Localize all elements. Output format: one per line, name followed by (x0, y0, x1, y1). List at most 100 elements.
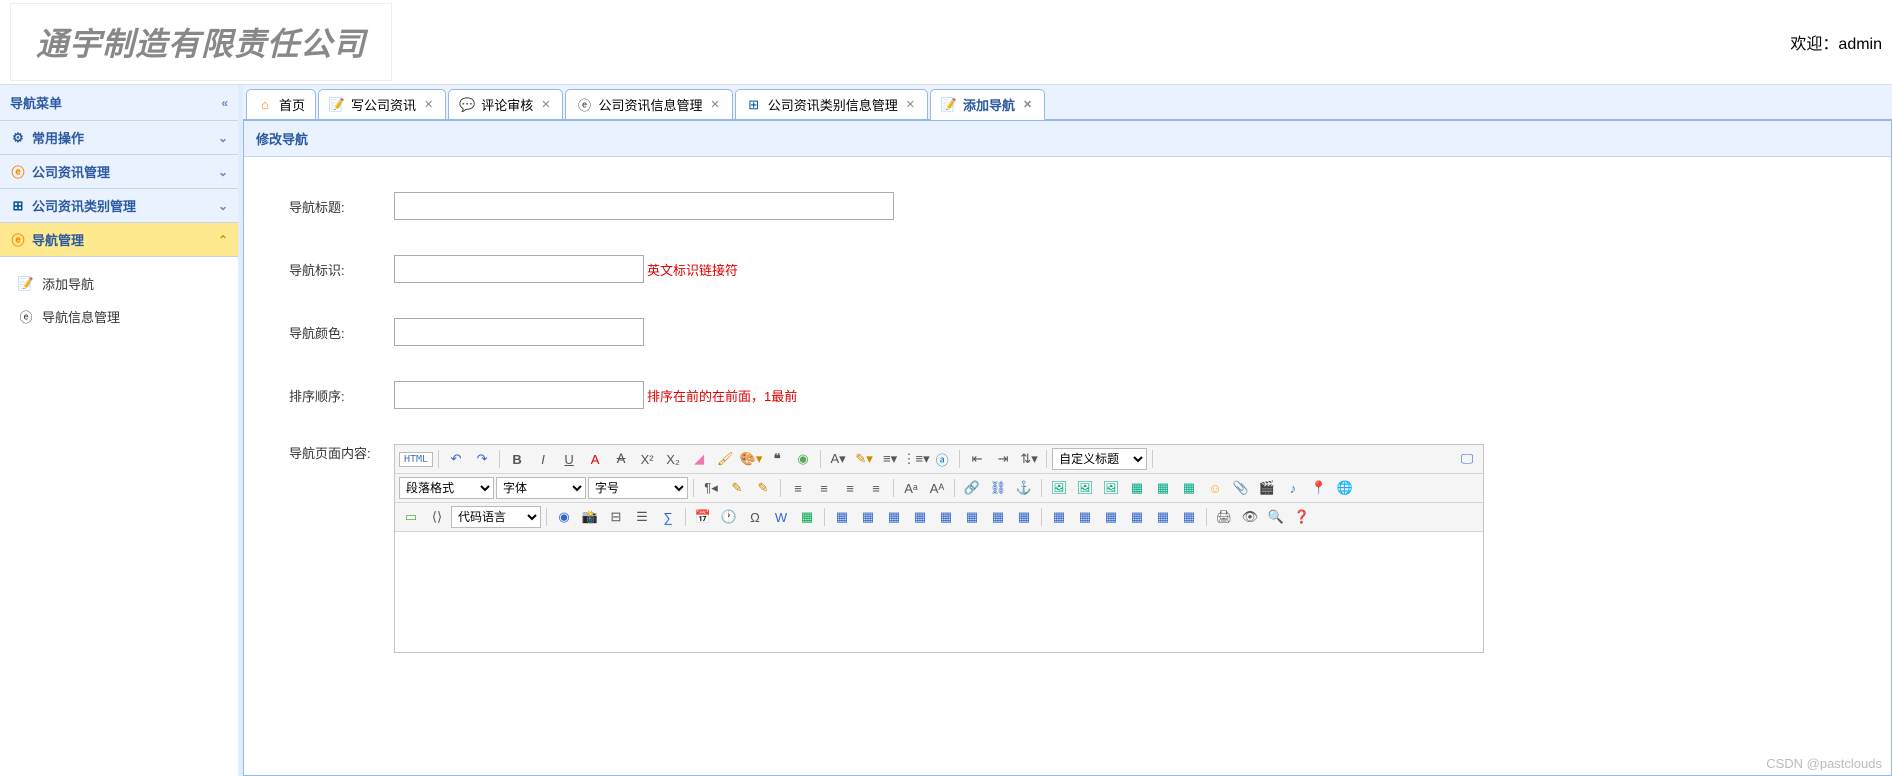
uppercase-icon[interactable]: Aᵃ (899, 477, 923, 499)
tab-news-info-mgmt[interactable]: ⓔ 公司资讯信息管理 ✕ (565, 89, 732, 119)
case-icon[interactable]: ✎ (751, 477, 775, 499)
close-icon[interactable]: ✕ (709, 98, 722, 111)
close-icon[interactable]: ✕ (904, 98, 917, 111)
split-cell-icon[interactable]: ▦ (1125, 506, 1149, 528)
anchor-icon[interactable]: ⚓ (1012, 477, 1036, 499)
ordered-list-icon[interactable]: ≡▾ (878, 448, 902, 470)
row-after-icon[interactable]: ▦ (908, 506, 932, 528)
size-select[interactable]: 字号 (588, 477, 688, 499)
underline-icon[interactable]: U (557, 448, 581, 470)
word-icon[interactable]: W (769, 506, 793, 528)
sidebar-item-common-ops[interactable]: ⚙常用操作 ⌄ (0, 121, 238, 155)
lineheight-icon[interactable]: ⇅▾ (1017, 448, 1041, 470)
spechar-icon[interactable]: ◉ (552, 506, 576, 528)
brush-icon[interactable]: 🖌 (713, 448, 737, 470)
split-rows-icon[interactable]: ▦ (1151, 506, 1175, 528)
ltr-icon[interactable]: ¶◂ (699, 477, 723, 499)
time-icon[interactable]: 🕐 (717, 506, 741, 528)
tab-category-info-mgmt[interactable]: ⊞ 公司资讯类别信息管理 ✕ (735, 89, 928, 119)
tab-comment-review[interactable]: 💬 评论审核 ✕ (448, 89, 563, 119)
fontcolor-icon[interactable]: A (583, 448, 607, 470)
align-right-icon[interactable]: ≡ (838, 477, 862, 499)
merge-icon[interactable]: ▦ (1047, 506, 1071, 528)
image-icon[interactable]: 🖼 (1047, 477, 1071, 499)
bold-icon[interactable]: B (505, 448, 529, 470)
palette-icon[interactable]: 🎨▾ (739, 448, 763, 470)
quote-icon[interactable]: ❝ (765, 448, 789, 470)
find-icon[interactable]: 🔍 (1264, 506, 1288, 528)
link-icon[interactable]: 🔗 (960, 477, 984, 499)
hr-icon[interactable]: ▭ (399, 506, 423, 528)
table-del-icon[interactable]: ▦ (856, 506, 880, 528)
html-source-button[interactable]: HTML (399, 452, 433, 467)
forecolor-icon[interactable]: A▾ (826, 448, 850, 470)
image-center-icon[interactable]: ▦ (1151, 477, 1175, 499)
close-icon[interactable]: ✕ (539, 98, 552, 111)
sidebar-sub-add-nav[interactable]: 📝 添加导航 (0, 267, 238, 300)
rtl-icon[interactable]: ✎ (725, 477, 749, 499)
eraser-icon[interactable]: ◢ (687, 448, 711, 470)
code-lang-select[interactable]: 代码语言 (451, 506, 541, 528)
preview-icon[interactable]: 👁 (1238, 506, 1262, 528)
editor-content-area[interactable] (395, 532, 1483, 652)
font-select[interactable]: 字体 (496, 477, 586, 499)
outdent-icon[interactable]: ⇥ (991, 448, 1015, 470)
close-icon[interactable]: ✕ (422, 98, 435, 111)
template-icon[interactable]: ☰ (630, 506, 654, 528)
video-icon[interactable]: 🎬 (1255, 477, 1279, 499)
nav-ident-input[interactable] (394, 255, 644, 283)
row-del-icon[interactable]: ▦ (934, 506, 958, 528)
image-right-icon[interactable]: ▦ (1177, 477, 1201, 499)
indent-icon[interactable]: ⇤ (965, 448, 989, 470)
formula-icon[interactable]: ∑ (656, 506, 680, 528)
omega-icon[interactable]: Ω (743, 506, 767, 528)
tab-add-nav[interactable]: 📝 添加导航 ✕ (930, 89, 1045, 120)
unlink-icon[interactable]: ⛓ (986, 477, 1010, 499)
merge-down-icon[interactable]: ▦ (1099, 506, 1123, 528)
image-align-icon[interactable]: ▦ (1125, 477, 1149, 499)
attachment-icon[interactable]: 📎 (1229, 477, 1253, 499)
table-icon[interactable]: ▦ (830, 506, 854, 528)
row-before-icon[interactable]: ▦ (882, 506, 906, 528)
col-after-icon[interactable]: ▦ (986, 506, 1010, 528)
music-icon[interactable]: ♪ (1281, 477, 1305, 499)
format-icon[interactable]: ◉ (791, 448, 815, 470)
collapse-icon[interactable]: « (221, 96, 228, 110)
col-before-icon[interactable]: ▦ (960, 506, 984, 528)
undo-icon[interactable]: ↶ (444, 448, 468, 470)
help-icon[interactable]: ❓ (1290, 506, 1314, 528)
print-icon[interactable]: 🖨 (1212, 506, 1236, 528)
excel-icon[interactable]: ▦ (795, 506, 819, 528)
backcolor-icon[interactable]: ✎▾ (852, 448, 876, 470)
redo-icon[interactable]: ↷ (470, 448, 494, 470)
lowercase-icon[interactable]: Aᴬ (925, 477, 949, 499)
merge-right-icon[interactable]: ▦ (1073, 506, 1097, 528)
align-center-icon[interactable]: ≡ (812, 477, 836, 499)
multi-image-icon[interactable]: 🖼 (1073, 477, 1097, 499)
checkbox-icon[interactable]: ⓐ (930, 448, 954, 470)
map-icon[interactable]: 📍 (1307, 477, 1331, 499)
baidu-icon[interactable]: 🌐 (1333, 477, 1357, 499)
italic-icon[interactable]: I (531, 448, 555, 470)
pagebreak-icon[interactable]: ⊟ (604, 506, 628, 528)
superscript-icon[interactable]: X² (635, 448, 659, 470)
close-icon[interactable]: ✕ (1021, 98, 1034, 111)
sidebar-item-news-mgmt[interactable]: ⓔ公司资讯管理 ⌄ (0, 155, 238, 189)
sidebar-item-nav-mgmt[interactable]: ⓔ导航管理 ⌃ (0, 223, 238, 257)
col-del-icon[interactable]: ▦ (1012, 506, 1036, 528)
snapshot-icon[interactable]: 📸 (578, 506, 602, 528)
paragraph-select[interactable]: 段落格式 (399, 477, 494, 499)
custom-title-select[interactable]: 自定义标题 (1052, 448, 1147, 470)
unordered-list-icon[interactable]: ⋮≡▾ (904, 448, 928, 470)
subscript-icon[interactable]: X₂ (661, 448, 685, 470)
fullscreen-icon[interactable]: 🖵 (1455, 448, 1479, 470)
tab-write-news[interactable]: 📝 写公司资讯 ✕ (318, 89, 446, 119)
code-icon[interactable]: ⟨⟩ (425, 506, 449, 528)
tab-home[interactable]: ⌂ 首页 (246, 89, 316, 119)
sidebar-sub-nav-info[interactable]: ⓔ 导航信息管理 (0, 300, 238, 333)
split-cols-icon[interactable]: ▦ (1177, 506, 1201, 528)
strike-icon[interactable]: ꓮ (609, 448, 633, 470)
emoji-icon[interactable]: ☺ (1203, 477, 1227, 499)
align-left-icon[interactable]: ≡ (786, 477, 810, 499)
nav-color-input[interactable] (394, 318, 644, 346)
